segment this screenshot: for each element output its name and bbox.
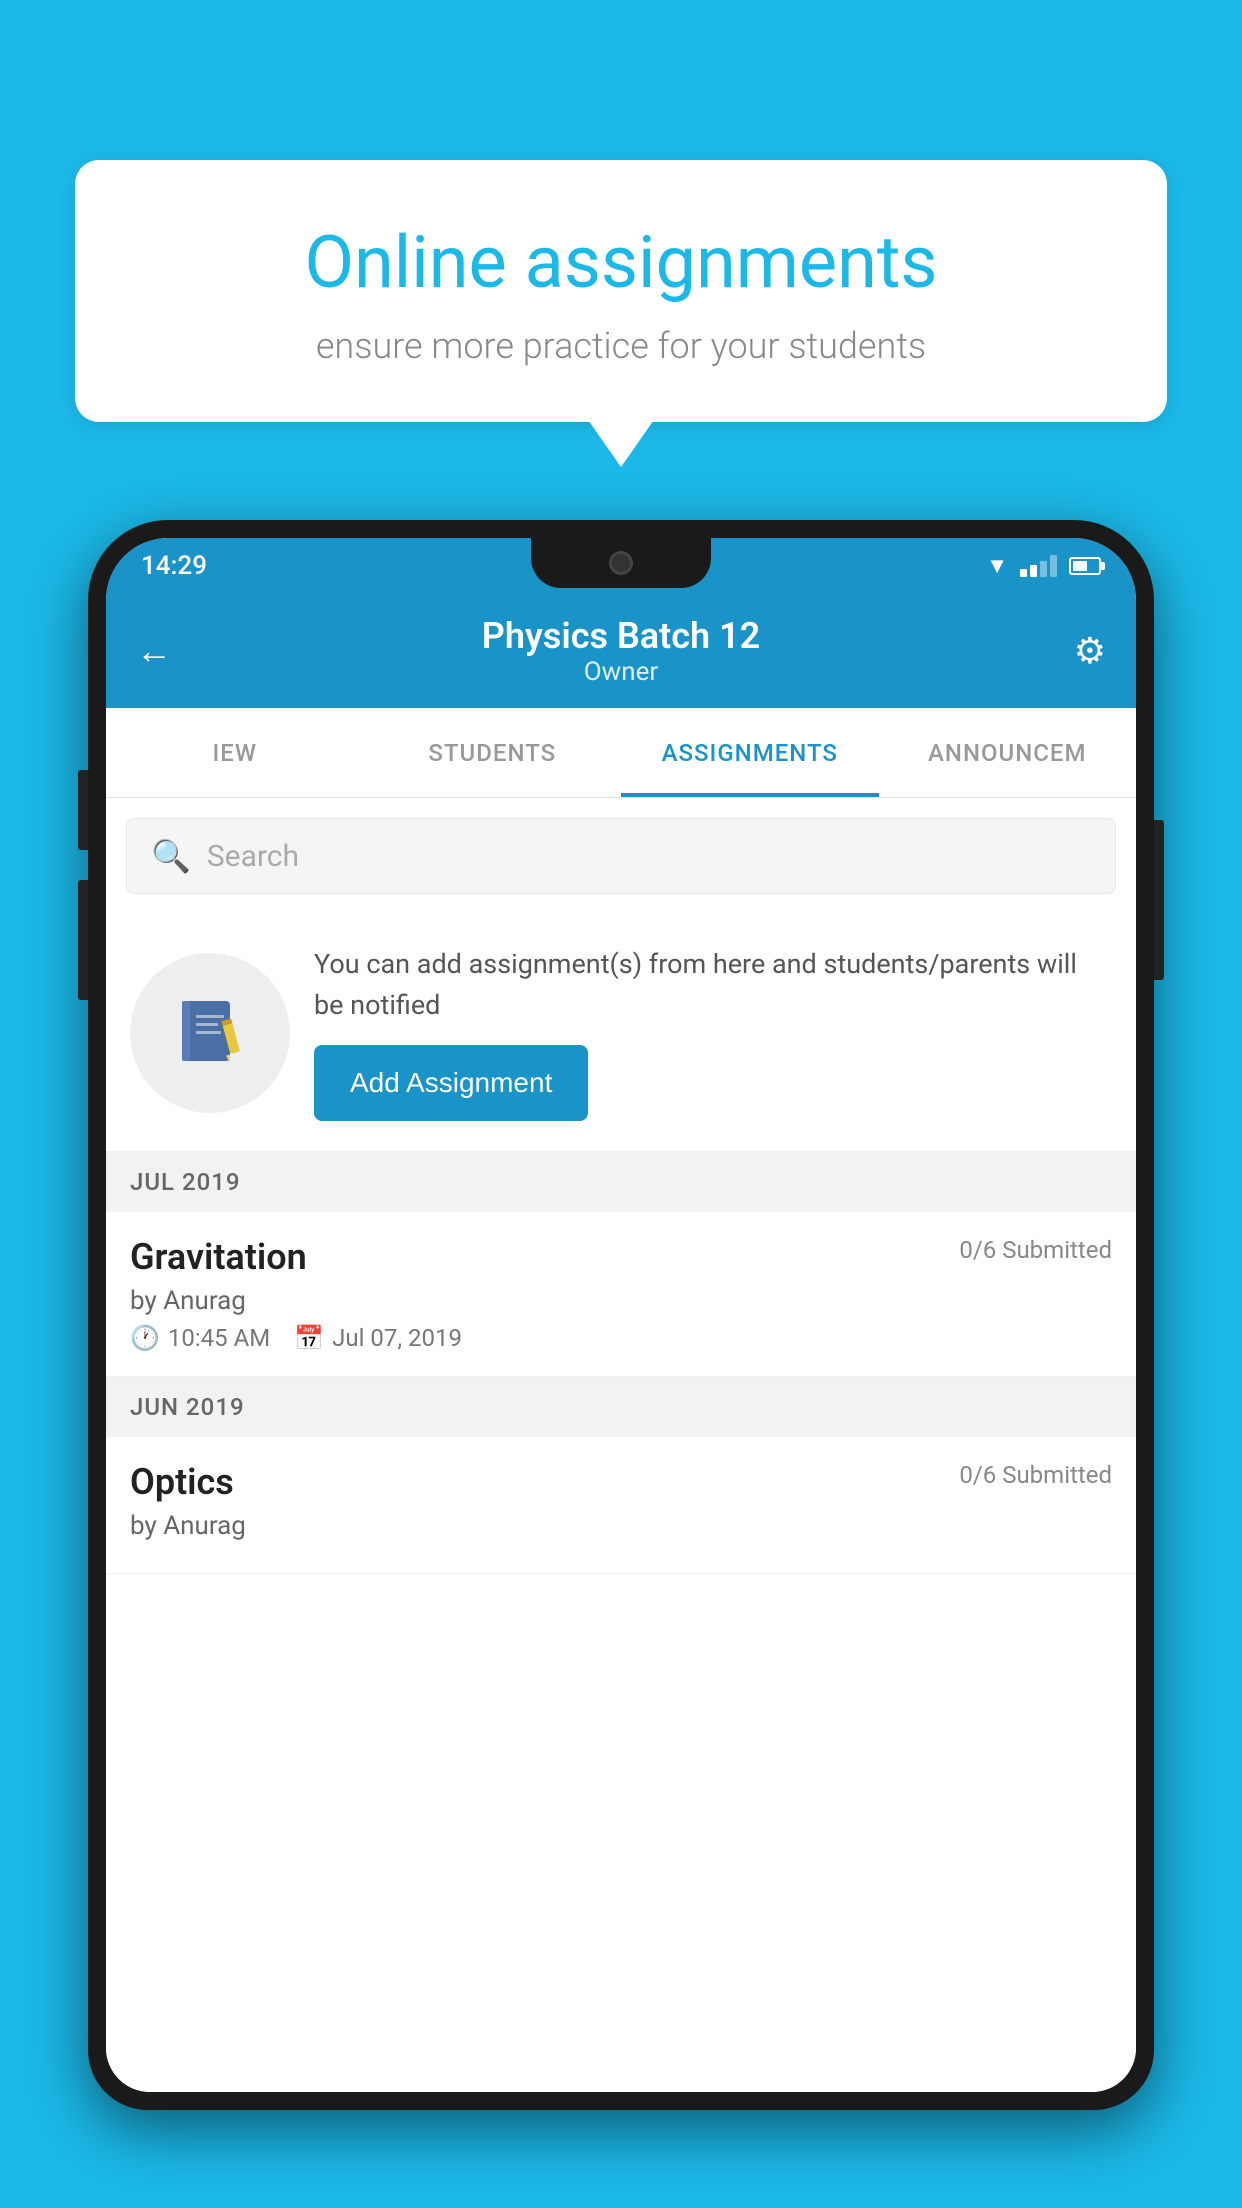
promo-section: You can add assignment(s) from here and … xyxy=(106,914,1136,1152)
settings-icon[interactable]: ⚙ xyxy=(1056,630,1106,672)
assignment-item-optics[interactable]: Optics 0/6 Submitted by Anurag xyxy=(106,1437,1136,1574)
phone-notch xyxy=(531,538,711,588)
assignment-icon-circle xyxy=(130,953,290,1113)
phone-button-right xyxy=(1154,820,1164,980)
assignment-submitted: 0/6 Submitted xyxy=(959,1236,1112,1264)
speech-bubble-title: Online assignments xyxy=(145,220,1097,305)
app-header: ← Physics Batch 12 Owner ⚙ xyxy=(106,593,1136,708)
status-time: 14:29 xyxy=(141,551,207,581)
battery-icon xyxy=(1069,557,1101,575)
tab-students[interactable]: STUDENTS xyxy=(364,708,622,797)
assignment-author: by Anurag xyxy=(130,1286,1112,1316)
speech-bubble-subtitle: ensure more practice for your students xyxy=(145,325,1097,367)
header-subtitle: Owner xyxy=(186,657,1056,687)
assignment-submitted-optics: 0/6 Submitted xyxy=(959,1461,1112,1489)
assignment-date: 📅 Jul 07, 2019 xyxy=(294,1324,462,1352)
tab-assignments[interactable]: ASSIGNMENTS xyxy=(621,708,879,797)
search-icon: 🔍 xyxy=(151,837,191,875)
search-bar[interactable]: 🔍 Search xyxy=(126,818,1116,894)
notebook-icon xyxy=(170,993,250,1073)
assignment-author-optics: by Anurag xyxy=(130,1511,1112,1541)
assignment-name: Gravitation xyxy=(130,1236,307,1278)
search-placeholder: Search xyxy=(207,839,299,874)
phone-button-left xyxy=(78,770,88,850)
tab-announcements[interactable]: ANNOUNCEM xyxy=(879,708,1137,797)
search-container: 🔍 Search xyxy=(106,798,1136,914)
phone-camera xyxy=(609,551,633,575)
add-assignment-button[interactable]: Add Assignment xyxy=(314,1045,588,1121)
back-button[interactable]: ← xyxy=(136,630,186,672)
signal-icon xyxy=(1020,555,1057,577)
tabs-bar: IEW STUDENTS ASSIGNMENTS ANNOUNCEM xyxy=(106,708,1136,798)
section-header-jul: JUL 2019 xyxy=(106,1152,1136,1212)
header-title-group: Physics Batch 12 Owner xyxy=(186,615,1056,687)
wifi-icon: ▼ xyxy=(986,553,1008,579)
speech-bubble: Online assignments ensure more practice … xyxy=(75,160,1167,422)
calendar-icon: 📅 xyxy=(294,1324,324,1352)
assignment-time: 🕐 10:45 AM xyxy=(130,1324,270,1352)
section-header-jun: JUN 2019 xyxy=(106,1377,1136,1437)
assignment-meta: 🕐 10:45 AM 📅 Jul 07, 2019 xyxy=(130,1324,1112,1352)
phone: 14:29 ▼ xyxy=(88,520,1154,2208)
status-icons: ▼ xyxy=(986,553,1101,579)
header-title: Physics Batch 12 xyxy=(186,615,1056,657)
content-area: 🔍 Search xyxy=(106,798,1136,2092)
clock-icon: 🕐 xyxy=(130,1324,160,1352)
promo-text: You can add assignment(s) from here and … xyxy=(314,944,1112,1025)
promo-content: You can add assignment(s) from here and … xyxy=(314,944,1112,1121)
assignment-item-gravitation[interactable]: Gravitation 0/6 Submitted by Anurag 🕐 10… xyxy=(106,1212,1136,1377)
assignment-name-optics: Optics xyxy=(130,1461,234,1503)
phone-button-left2 xyxy=(78,880,88,1000)
tab-view[interactable]: IEW xyxy=(106,708,364,797)
